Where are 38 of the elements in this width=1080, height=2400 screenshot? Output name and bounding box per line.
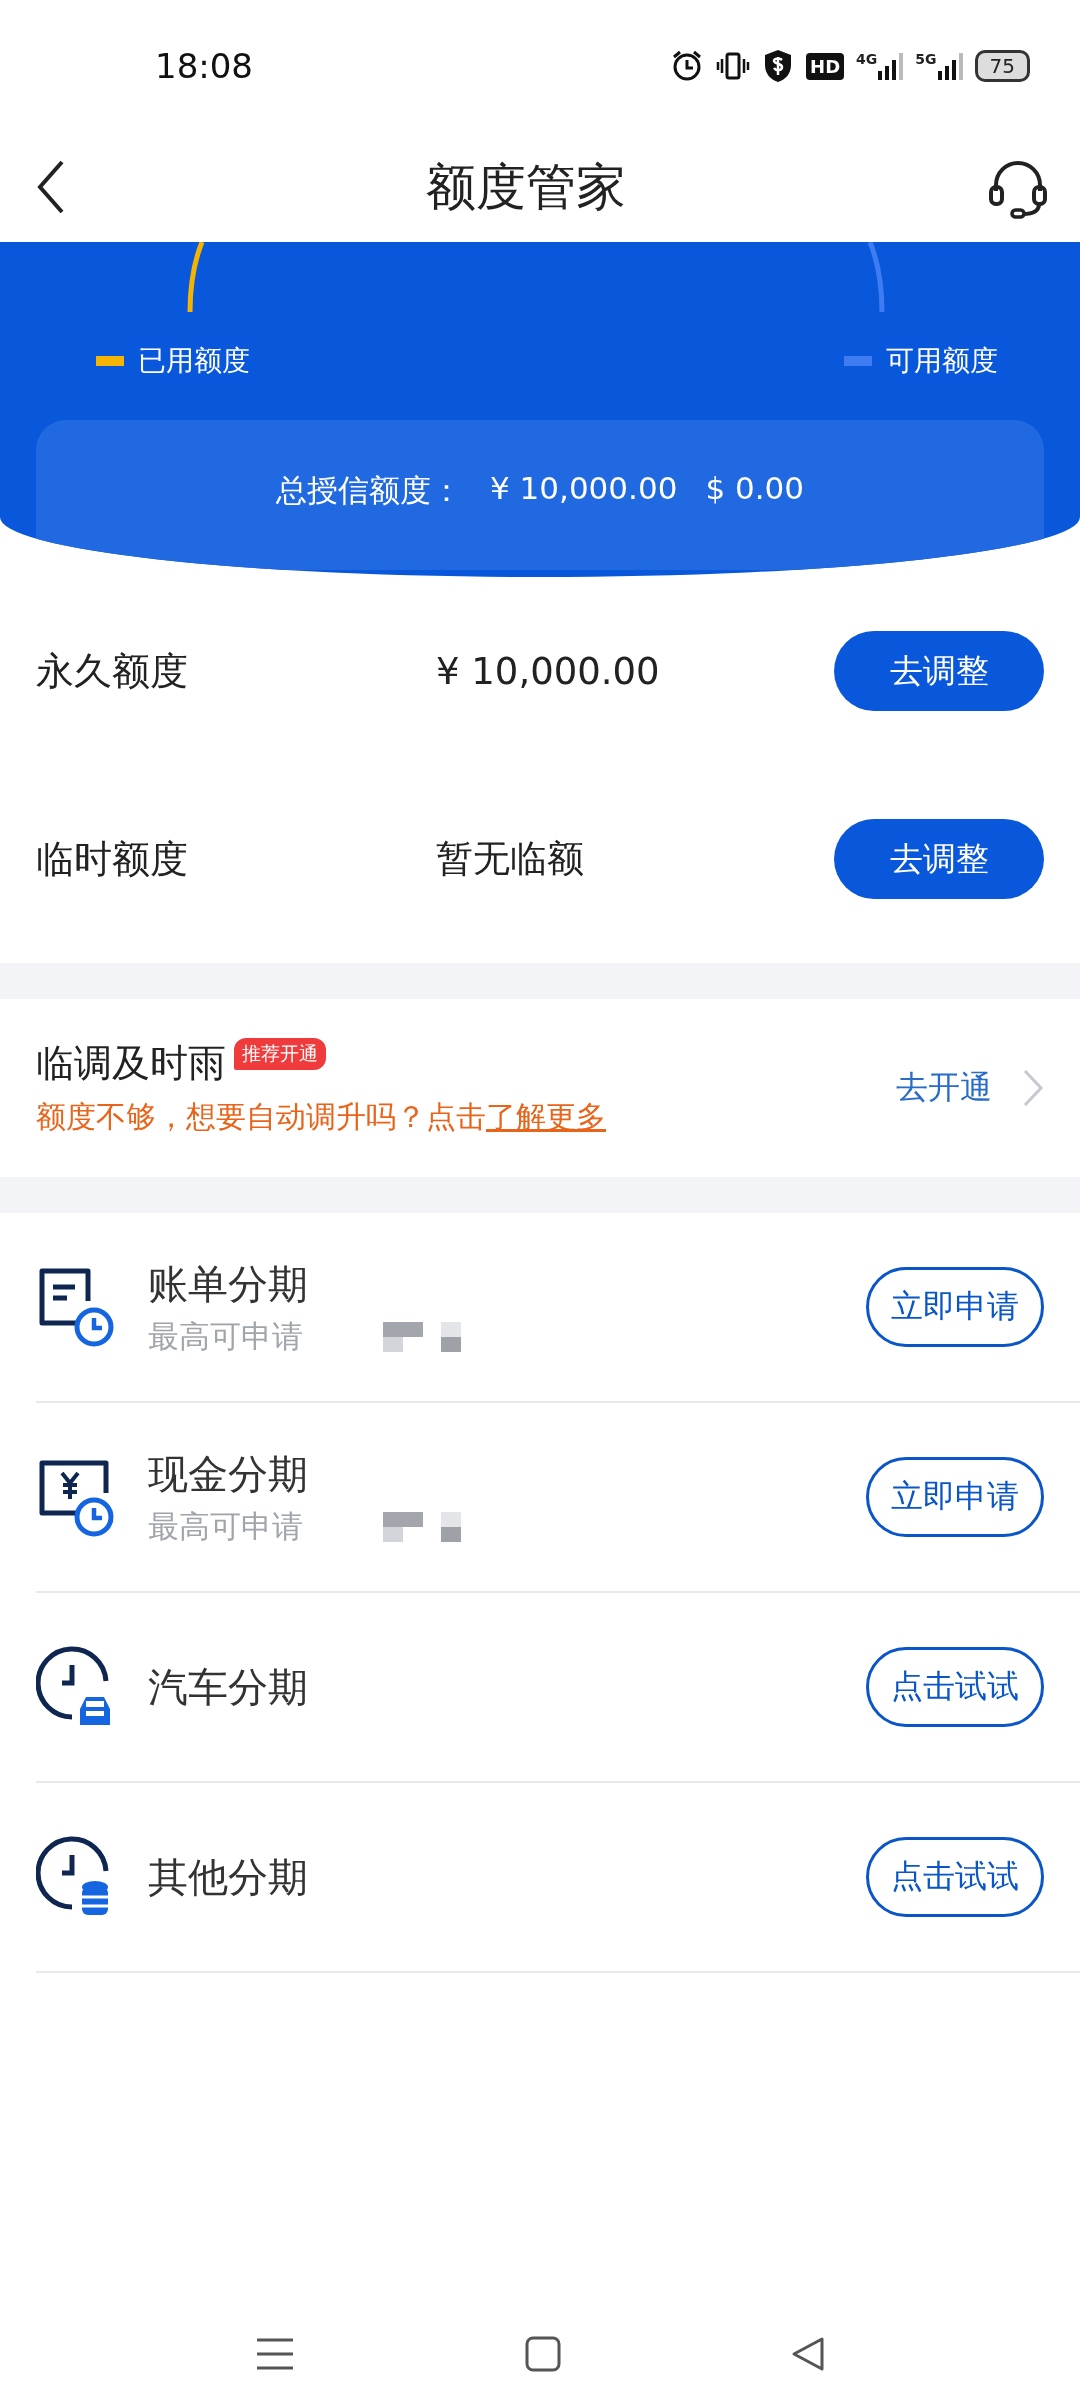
- back-icon[interactable]: [36, 159, 66, 215]
- installment-title: 汽车分期: [148, 1662, 309, 1712]
- legend-label: 可用额度: [886, 343, 998, 379]
- limit-value: ¥ 10,000.00: [436, 649, 661, 693]
- signal-icon: [936, 51, 963, 81]
- promo-title: 临调及时雨: [36, 1040, 226, 1087]
- adjust-button[interactable]: 去调整: [834, 819, 1044, 899]
- installment-title: 其他分期: [148, 1852, 309, 1902]
- adjust-button[interactable]: 去调整: [834, 631, 1044, 711]
- menu-icon[interactable]: [255, 2337, 295, 2371]
- legend-label: 已用额度: [138, 343, 250, 379]
- limit-value: 暂无临额: [436, 836, 585, 882]
- open-link[interactable]: 去开通: [896, 1066, 992, 1110]
- learn-more-link[interactable]: 了解更多: [486, 1099, 606, 1134]
- installment-title: 账单分期: [148, 1259, 309, 1309]
- battery-indicator: 75: [974, 50, 1030, 82]
- total-credit-cny: ¥ 10,000.00: [490, 470, 678, 508]
- apply-button[interactable]: 点击试试: [866, 1837, 1044, 1917]
- recommend-badge: 推荐开通: [234, 1038, 326, 1070]
- total-credit-label: 总授信额度：: [276, 471, 462, 510]
- apply-button[interactable]: 点击试试: [866, 1647, 1044, 1727]
- status-time: 18:08: [155, 46, 253, 86]
- network-label: 5G: [915, 51, 937, 67]
- signal-icon: [877, 51, 904, 81]
- apply-button[interactable]: 立即申请: [866, 1267, 1044, 1347]
- total-credit-usd: $ 0.00: [705, 470, 804, 508]
- installment-title: 现金分期: [148, 1449, 309, 1499]
- limit-label: 临时额度: [36, 835, 189, 883]
- promo-text: 额度不够，想要自动调升吗？点击了解更多: [36, 1098, 607, 1136]
- apply-button[interactable]: 立即申请: [866, 1457, 1044, 1537]
- page-title: 额度管家: [426, 156, 626, 218]
- home-icon[interactable]: [525, 2336, 561, 2372]
- limit-label: 永久额度: [36, 647, 189, 695]
- back-triangle-icon[interactable]: [791, 2336, 825, 2372]
- hd-indicator: HD: [806, 52, 845, 80]
- installment-subtitle: 最高可申请: [148, 1316, 303, 1356]
- installment-subtitle: 最高可申请: [148, 1506, 303, 1546]
- network-label: 4G: [856, 51, 878, 67]
